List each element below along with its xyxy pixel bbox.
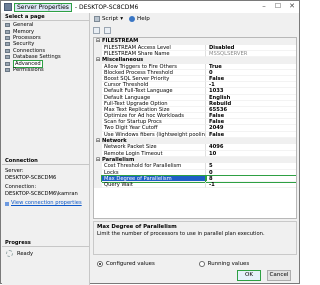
- property-row[interactable]: Use Windows fibers (lightweight pooling)…: [94, 131, 296, 138]
- row-gutter: [94, 150, 102, 157]
- property-name: Remote Login Timeout: [102, 150, 206, 157]
- server-properties-window: Server Properties - DESKTOP-SC8CDM6 – ☐ …: [0, 0, 300, 285]
- configured-values-radio[interactable]: Configured values: [97, 261, 155, 267]
- property-row[interactable]: FILESTREAM Share Name MSSQLSERVER: [94, 50, 296, 57]
- help-label: Help: [137, 16, 150, 22]
- connection-value: DESKTOP-SC8CDM6\kamran: [5, 190, 78, 197]
- progress-status: Ready: [17, 250, 34, 257]
- category-parallelism[interactable]: ⊟ Parallelism: [94, 156, 296, 164]
- progress-section: Progress Ready: [2, 239, 89, 260]
- connection-header: Connection: [2, 157, 89, 165]
- dialog-buttons: OK Cancel: [237, 270, 291, 281]
- toolbar: Script ▾ Help: [91, 13, 299, 25]
- close-icon[interactable]: ✕: [287, 2, 297, 11]
- page-item-label: Permissions: [13, 66, 44, 73]
- categorized-sort-icon[interactable]: [93, 27, 100, 34]
- ok-button[interactable]: OK: [237, 270, 261, 281]
- cancel-button[interactable]: Cancel: [267, 270, 291, 281]
- value-mode-radios: Configured values Running values: [97, 261, 249, 267]
- page-item-label: Memory: [13, 28, 35, 35]
- property-row[interactable]: Remote Login Timeout 10: [94, 150, 296, 157]
- radio-selected-icon: [97, 261, 103, 267]
- progress-header: Progress: [2, 239, 89, 247]
- page-item-label: Connections: [13, 47, 46, 54]
- property-value[interactable]: 10: [206, 151, 296, 157]
- collapse-icon[interactable]: ⊟: [94, 38, 102, 44]
- page-icon: [5, 55, 10, 60]
- maximize-icon[interactable]: ☐: [273, 2, 283, 11]
- collapse-icon[interactable]: ⊟: [94, 57, 102, 63]
- page-item-label: General: [13, 22, 34, 29]
- row-gutter: [94, 181, 102, 189]
- running-values-label: Running values: [207, 261, 250, 267]
- page-icon: [5, 61, 10, 66]
- help-button[interactable]: Help: [129, 16, 150, 22]
- server-label: Server:: [5, 168, 24, 174]
- configured-values-label: Configured values: [106, 261, 155, 267]
- connection-section: Connection Server: DESKTOP-SC8CDM6 Conne…: [2, 157, 89, 210]
- progress-body: Ready: [2, 247, 89, 260]
- progress-spinner-icon: [6, 250, 13, 257]
- description-title: Max Degree of Parallelism: [97, 224, 177, 230]
- category-filestream[interactable]: ⊟ FILESTREAM: [94, 38, 296, 45]
- window-controls: – ☐ ✕: [259, 2, 297, 11]
- page-icon: [5, 48, 10, 53]
- window-subtitle-text: DESKTOP-SC8CDM6: [78, 3, 139, 11]
- property-grid: ⊟ FILESTREAM FILESTREAM Access Level Disab…: [93, 37, 297, 219]
- right-panel: Script ▾ Help ⊟ FILESTREAM FILESTREAM Acce…: [91, 13, 299, 285]
- radio-unselected-icon: [198, 261, 205, 267]
- page-icon: [5, 29, 10, 34]
- property-name: Use Windows fibers (lightweight pooling): [102, 131, 206, 138]
- view-connection-properties-link[interactable]: View connection properties: [5, 200, 86, 207]
- left-panel: Select a page General Memory Processors …: [2, 13, 90, 285]
- page-icon: [5, 23, 10, 28]
- category-miscellaneous[interactable]: ⊟ Miscellaneous: [94, 56, 296, 64]
- pages-header: Select a page: [2, 13, 89, 21]
- page-list: General Memory Processors Security Conne…: [2, 21, 89, 129]
- property-value[interactable]: MSSQLSERVER: [206, 51, 296, 57]
- row-gutter: [94, 50, 102, 57]
- collapse-icon[interactable]: ⊟: [94, 157, 102, 163]
- property-name: Query Wait: [102, 181, 206, 189]
- property-name: FILESTREAM Share Name: [102, 50, 206, 57]
- page-icon: [5, 42, 10, 47]
- script-button[interactable]: Script ▾: [94, 16, 123, 22]
- chevron-down-icon: ▾: [120, 16, 124, 22]
- collapse-icon[interactable]: ⊟: [94, 138, 102, 144]
- running-values-radio[interactable]: Running values: [198, 261, 250, 267]
- category-network[interactable]: ⊟ Network: [94, 137, 296, 145]
- alphabetical-sort-icon[interactable]: [104, 27, 111, 34]
- page-item-permissions[interactable]: Permissions: [2, 67, 89, 73]
- category-label: Network: [102, 138, 127, 145]
- category-label: Miscellaneous: [102, 57, 144, 64]
- page-item-label: Processors: [13, 34, 41, 41]
- connection-label: Connection:: [5, 184, 37, 191]
- window-subtitle: - DESKTOP-SC8CDM6: [74, 3, 139, 11]
- row-gutter: [94, 131, 102, 138]
- page-icon: [5, 35, 10, 40]
- properties-icon: [5, 201, 9, 206]
- description-text: Limit the number of processors to use in…: [97, 231, 265, 237]
- help-icon: [129, 16, 136, 22]
- page-icon: [5, 67, 10, 72]
- grid-tools: [93, 27, 111, 34]
- view-connection-properties-label: View connection properties: [11, 200, 82, 207]
- window-title: Server Properties: [14, 2, 72, 12]
- property-value[interactable]: False: [206, 132, 296, 138]
- connection-details: Server: DESKTOP-SC8CDM6 Connection: DESK…: [2, 165, 89, 210]
- title-bar: Server Properties - DESKTOP-SC8CDM6 – ☐ …: [1, 1, 299, 13]
- page-item-label: Security: [13, 41, 35, 48]
- property-row[interactable]: Query Wait -1: [94, 181, 296, 189]
- server-properties-icon: [4, 3, 12, 11]
- script-icon: [94, 16, 100, 22]
- script-label: Script: [102, 16, 119, 22]
- server-value: DESKTOP-SC8CDM6: [5, 174, 57, 181]
- category-label: Parallelism: [102, 157, 135, 164]
- description-panel: Max Degree of Parallelism Limit the numb…: [93, 221, 297, 255]
- minimize-icon[interactable]: –: [259, 2, 269, 11]
- category-label: FILESTREAM: [102, 38, 139, 45]
- property-value[interactable]: -1: [206, 182, 296, 189]
